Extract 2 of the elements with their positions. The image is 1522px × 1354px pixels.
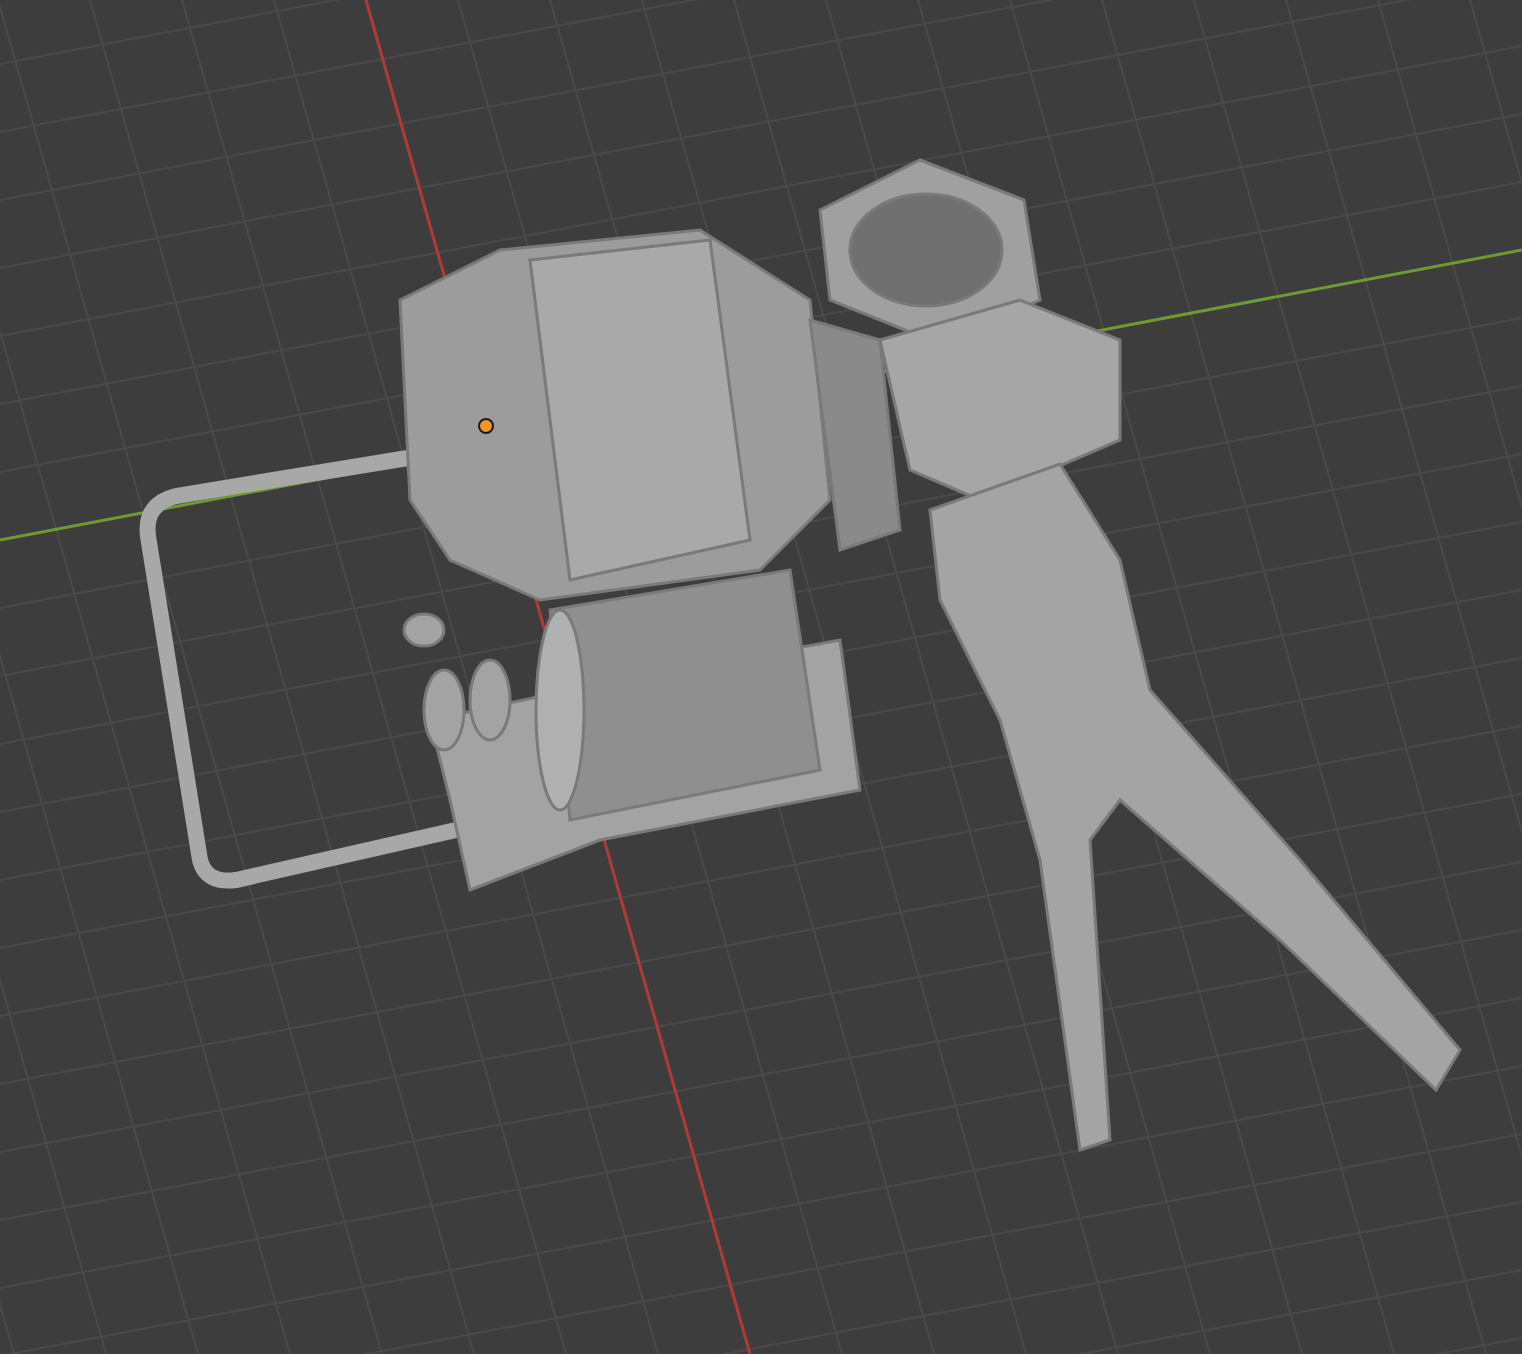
- object-origin-icon[interactable]: [478, 418, 494, 434]
- viewport-background[interactable]: [0, 0, 1522, 1354]
